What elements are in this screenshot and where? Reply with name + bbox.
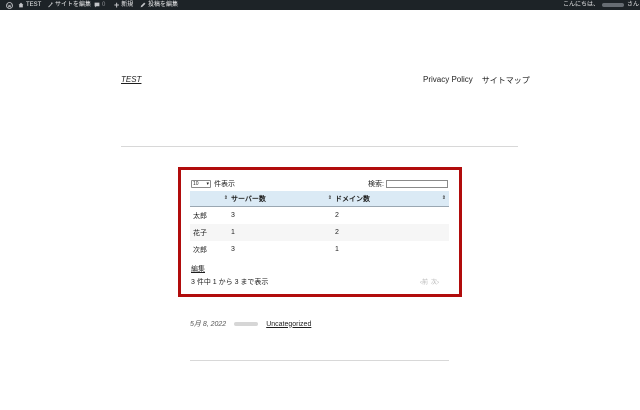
- chevron-down-icon: ▾: [206, 181, 209, 187]
- primary-nav: Privacy Policy サイトマップ: [423, 75, 530, 86]
- cell-domains: 1: [335, 241, 449, 258]
- table-row: 花子 1 2: [190, 224, 449, 241]
- data-table: ⇕ ⇕ サーバー数 ⇕ ドメイン数 太郎 3 2 花子 1 2 次郎 3 1: [190, 191, 449, 258]
- next-button[interactable]: 次›: [431, 277, 439, 286]
- plus-icon: +: [114, 0, 120, 10]
- sort-icon: ⇕: [223, 195, 228, 201]
- greeting-suffix: さん: [627, 2, 640, 8]
- column-header-servers-label: サーバー数: [231, 195, 266, 203]
- site-title[interactable]: TEST: [121, 75, 141, 84]
- search-label: 検索:: [368, 181, 384, 188]
- brush-icon: [48, 2, 53, 8]
- admin-bar-site[interactable]: TEST: [18, 0, 41, 10]
- nav-sitemap[interactable]: サイトマップ: [482, 75, 530, 86]
- column-header-name[interactable]: ⇕: [190, 191, 231, 207]
- admin-bar: TEST サイトを編集 0 + 新規 投稿を編集 こんにちは、 さん: [0, 0, 640, 10]
- header-separator: [121, 146, 518, 147]
- column-header-servers[interactable]: ⇕ サーバー数: [231, 191, 335, 207]
- table-search: 検索:: [368, 179, 448, 189]
- table-header-row: ⇕ ⇕ サーバー数 ⇕ ドメイン数: [190, 191, 449, 207]
- column-header-domains-label: ドメイン数: [335, 195, 370, 203]
- admin-bar-account[interactable]: こんにちは、 さん: [563, 0, 640, 10]
- cell-servers: 3: [231, 241, 335, 258]
- username-blurred: [602, 3, 625, 7]
- search-input[interactable]: [385, 180, 448, 188]
- page-length-value: 10: [193, 181, 199, 187]
- admin-bar-edit-post[interactable]: 投稿を編集: [140, 0, 178, 10]
- admin-bar-new[interactable]: + 新規: [114, 0, 133, 10]
- table-info: 3 件中 1 から 3 まで表示: [191, 279, 269, 286]
- cell-domains: 2: [335, 206, 449, 224]
- page-length-select[interactable]: 10 ▾: [191, 180, 211, 188]
- admin-bar-customize-label: サイトを編集: [55, 2, 92, 8]
- admin-bar-site-name: TEST: [26, 2, 42, 8]
- admin-bar-edit-post-label: 投稿を編集: [148, 2, 179, 8]
- home-icon: [18, 2, 24, 8]
- nav-privacy-policy[interactable]: Privacy Policy: [423, 75, 473, 86]
- cell-servers: 1: [231, 224, 335, 241]
- post-meta: 5月 8, 2022 Uncategorized: [190, 319, 311, 329]
- table-length-control: 10 ▾ 件表示: [191, 179, 235, 189]
- sort-icon: ⇕: [327, 195, 332, 201]
- page-length-label: 件表示: [214, 181, 235, 188]
- cell-name: 花子: [190, 224, 231, 241]
- sort-icon: ⇕: [441, 195, 446, 201]
- admin-bar-customize[interactable]: サイトを編集: [47, 0, 91, 10]
- post-date[interactable]: 5月 8, 2022: [190, 319, 226, 329]
- cell-servers: 3: [231, 206, 335, 224]
- cell-name: 次郎: [190, 241, 231, 258]
- cell-name: 太郎: [190, 206, 231, 224]
- column-header-domains[interactable]: ⇕ ドメイン数: [335, 191, 449, 207]
- admin-bar-new-label: 新規: [121, 2, 134, 8]
- author-blurred[interactable]: [234, 322, 259, 326]
- comment-icon: [94, 2, 100, 8]
- pencil-icon: [140, 2, 146, 8]
- post-category[interactable]: Uncategorized: [266, 321, 311, 328]
- greeting: こんにちは、: [563, 2, 600, 8]
- comments-count: 0: [102, 2, 106, 8]
- table-row: 太郎 3 2: [190, 206, 449, 224]
- admin-bar-comments[interactable]: 0: [94, 0, 105, 10]
- wp-logo-icon[interactable]: [6, 0, 13, 10]
- table-pagination: ‹前 次›: [420, 277, 439, 286]
- edit-link[interactable]: 編集: [191, 264, 205, 274]
- table-row: 次郎 3 1: [190, 241, 449, 258]
- cell-domains: 2: [335, 224, 449, 241]
- content-separator: [190, 360, 449, 361]
- prev-button[interactable]: ‹前: [420, 277, 428, 286]
